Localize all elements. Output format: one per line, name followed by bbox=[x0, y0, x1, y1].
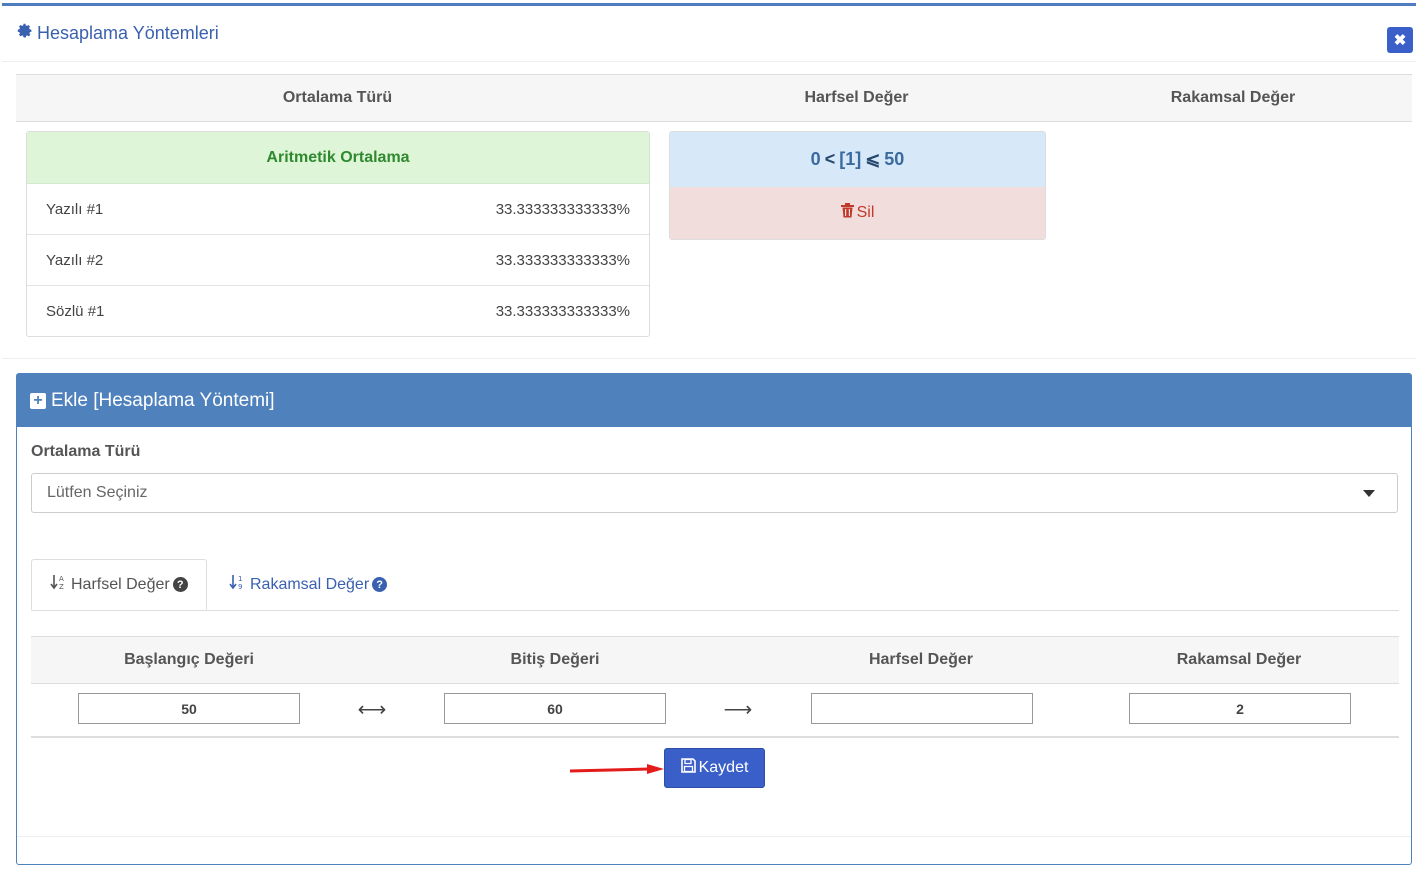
range-op-lte: ⩽ bbox=[865, 149, 881, 169]
delete-label: Sil bbox=[856, 204, 875, 221]
col-number: Rakamsal Değer bbox=[1176, 651, 1302, 668]
panel-title: Ekle [Hesaplama Yöntemi] bbox=[51, 389, 275, 411]
floppy-disk-icon bbox=[680, 758, 696, 778]
close-button[interactable]: ✖ bbox=[1387, 27, 1413, 53]
panel-header: + Ekle [Hesaplama Yöntemi] bbox=[17, 374, 1411, 427]
end-value-input[interactable]: 60 bbox=[444, 693, 666, 724]
header-avg-type: Ortalama Türü bbox=[282, 89, 393, 106]
summary-table-header: Ortalama Türü Harfsel Değer Rakamsal Değ… bbox=[16, 74, 1412, 122]
right-arrow-icon: ⟶ bbox=[723, 699, 753, 721]
plus-square-icon: + bbox=[30, 392, 46, 409]
divider bbox=[2, 358, 1416, 359]
svg-text:9: 9 bbox=[238, 583, 242, 591]
svg-text:A: A bbox=[59, 575, 64, 583]
list-item: Yazılı #1 33.333333333333% bbox=[27, 184, 649, 235]
modal-title: Hesaplama Yöntemleri bbox=[16, 22, 219, 44]
divider bbox=[17, 836, 1411, 837]
range-low: 0 bbox=[810, 149, 821, 169]
question-circle-icon[interactable]: ? bbox=[172, 577, 188, 592]
avg-type-select[interactable]: Lütfen Seçiniz bbox=[31, 473, 1398, 513]
exam-weight: 33.333333333333% bbox=[495, 303, 630, 320]
exam-name: Sözlü #1 bbox=[46, 303, 105, 320]
table-row: 50 ⟷ 60 ⟶ 2 bbox=[31, 683, 1399, 738]
double-arrow-icon: ⟷ bbox=[357, 699, 387, 721]
col-letter: Harfsel Değer bbox=[868, 651, 974, 668]
exam-weight: 33.333333333333% bbox=[495, 200, 630, 218]
col-end: Bitiş Değeri bbox=[510, 651, 600, 668]
trash-icon bbox=[840, 203, 854, 223]
avg-type-label: Ortalama Türü bbox=[31, 443, 141, 460]
save-label: Kaydet bbox=[698, 759, 749, 776]
avg-type-title: Aritmetik Ortalama bbox=[27, 132, 649, 184]
exam-weight: 33.333333333333% bbox=[495, 251, 630, 269]
exam-name: Yazılı #1 bbox=[46, 200, 104, 218]
start-value-input[interactable]: 50 bbox=[78, 693, 300, 724]
sort-numeric-icon: 19 bbox=[229, 573, 247, 596]
modal-header: Hesaplama Yöntemleri ✖ bbox=[2, 6, 1416, 62]
tab-letter-value[interactable]: AZ Harfsel Değer ? bbox=[31, 559, 207, 610]
svg-text:Z: Z bbox=[59, 583, 64, 591]
tab-number-value[interactable]: 19 Rakamsal Değer ? bbox=[211, 559, 405, 610]
avg-type-card: Aritmetik Ortalama Yazılı #1 33.33333333… bbox=[26, 131, 650, 337]
header-letter-value: Harfsel Değer bbox=[804, 89, 909, 106]
caret-down-icon bbox=[1363, 490, 1375, 497]
select-value: Lütfen Seçiniz bbox=[47, 484, 148, 501]
sort-alpha-icon: AZ bbox=[50, 573, 68, 596]
range-op-less: < bbox=[824, 149, 836, 169]
gear-icon bbox=[16, 22, 33, 44]
letter-value-input[interactable] bbox=[811, 693, 1033, 724]
annotation-arrow-icon bbox=[569, 764, 664, 774]
svg-text:1: 1 bbox=[238, 575, 242, 583]
modal-title-text: Hesaplama Yöntemleri bbox=[37, 22, 219, 43]
col-start: Başlangıç Değeri bbox=[124, 651, 254, 668]
tab-label: Rakamsal Değer bbox=[250, 575, 370, 593]
exam-name: Yazılı #2 bbox=[46, 251, 104, 269]
add-method-panel: + Ekle [Hesaplama Yöntemi] Ortalama Türü… bbox=[16, 373, 1412, 865]
list-item: Sözlü #1 33.333333333333% bbox=[27, 286, 649, 337]
range-expression: 0 < [1] ⩽ 50 bbox=[670, 132, 1045, 187]
tab-label: Harfsel Değer bbox=[71, 575, 170, 593]
range-card: 0 < [1] ⩽ 50 Sil bbox=[669, 131, 1046, 240]
tab-bar: AZ Harfsel Değer ? 19 Rakamsal Değer ? bbox=[31, 559, 1399, 611]
list-item: Yazılı #2 33.333333333333% bbox=[27, 235, 649, 286]
number-value-input[interactable]: 2 bbox=[1129, 693, 1351, 724]
question-circle-icon[interactable]: ? bbox=[372, 577, 388, 592]
range-high: 50 bbox=[884, 149, 905, 169]
range-letter: [1] bbox=[839, 149, 862, 169]
header-number-value: Rakamsal Değer bbox=[1170, 89, 1296, 106]
save-button[interactable]: Kaydet bbox=[664, 748, 765, 788]
delete-button[interactable]: Sil bbox=[670, 187, 1045, 239]
range-table-header: Başlangıç Değeri Bitiş Değeri Harfsel De… bbox=[31, 636, 1399, 684]
